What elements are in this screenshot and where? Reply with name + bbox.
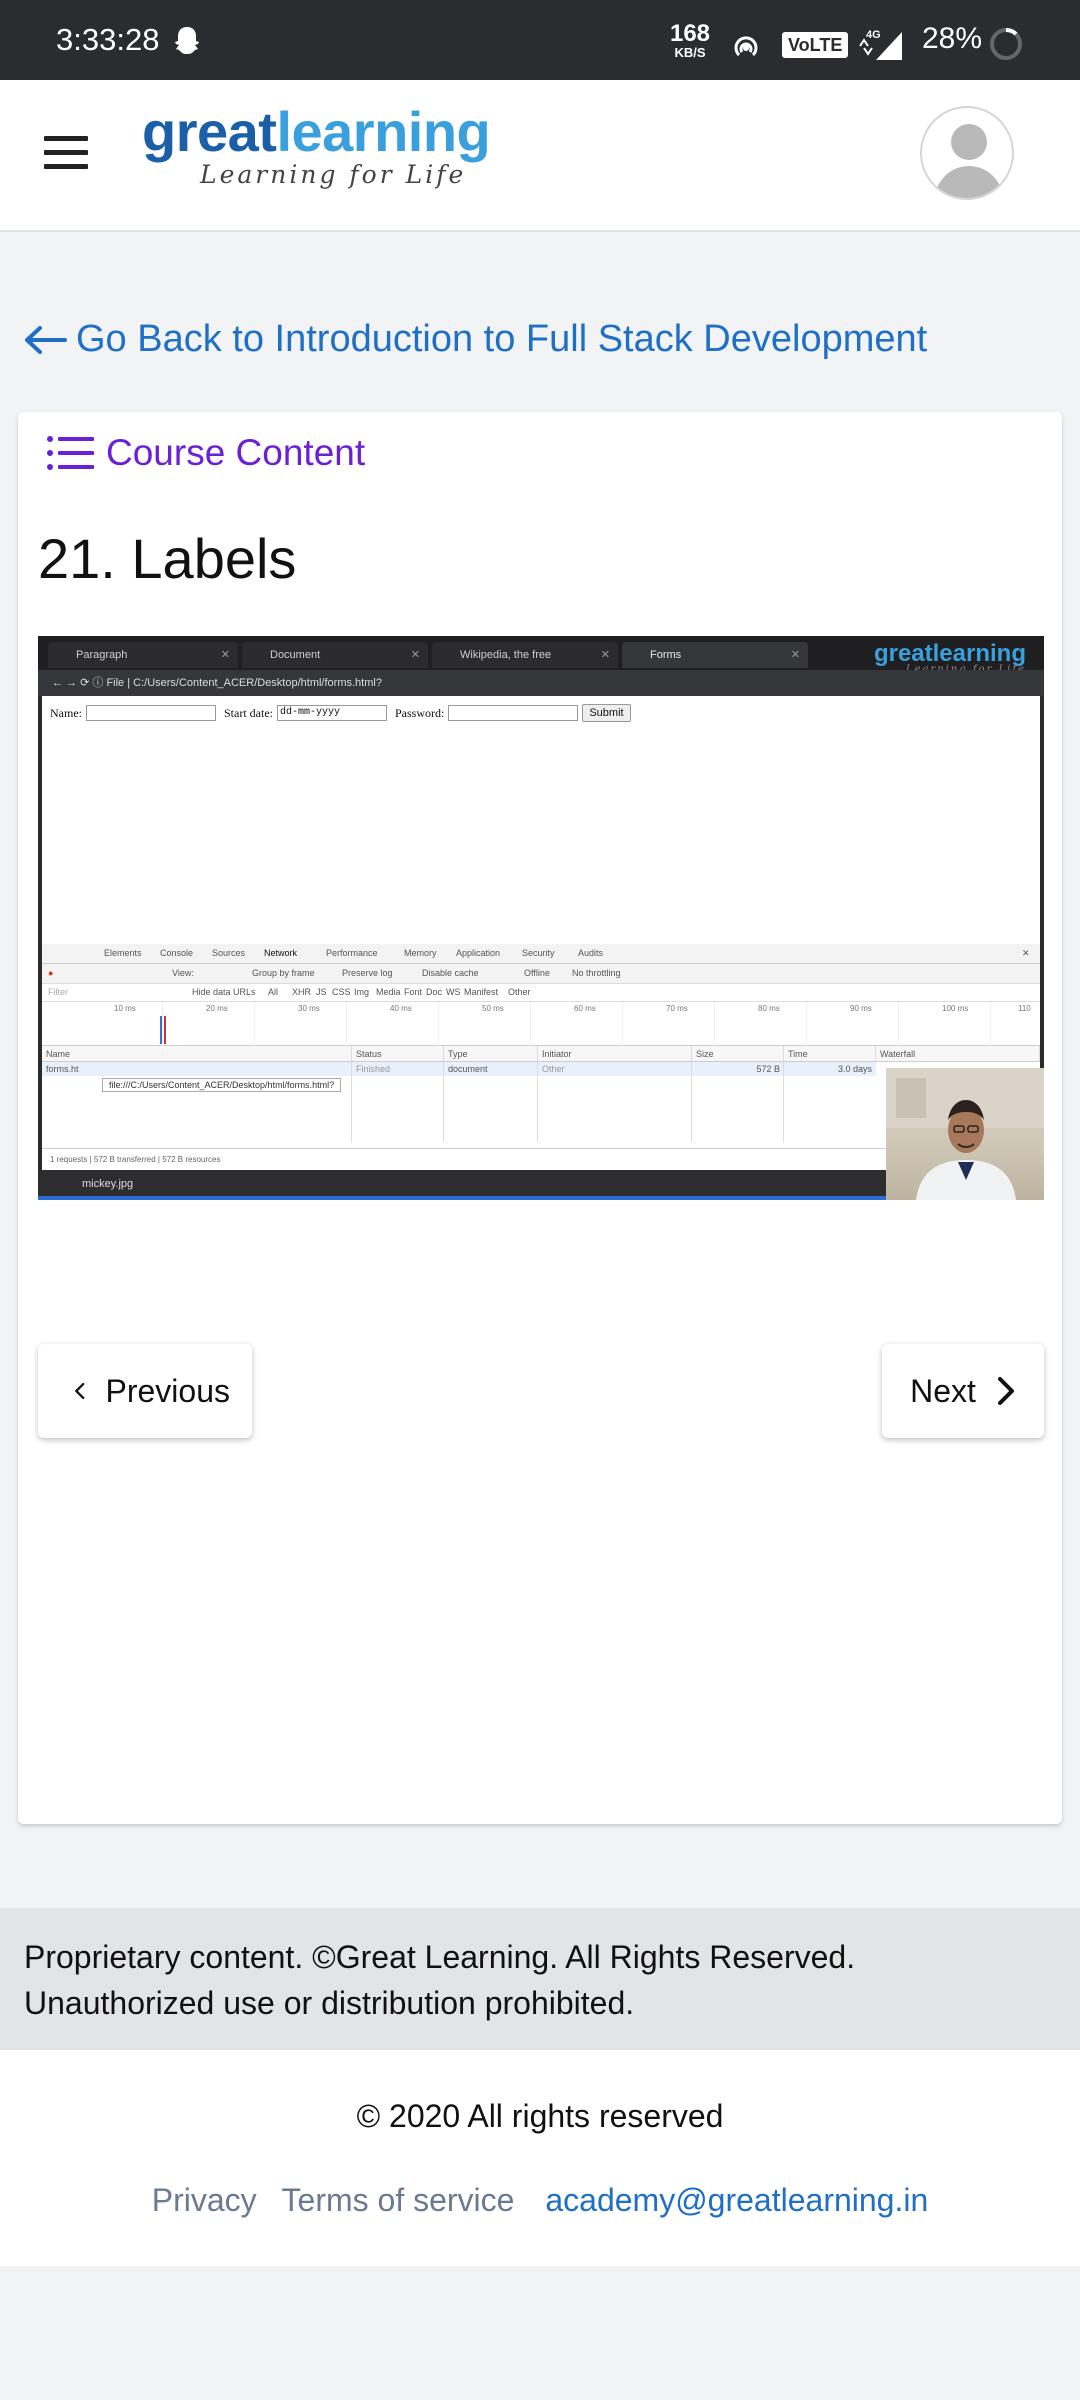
browser-tab: Wikipedia, the free encyclopedia✕ xyxy=(432,642,618,687)
email-link[interactable]: academy@greatlearning.in xyxy=(545,2182,928,2218)
course-content-link[interactable]: Course Content xyxy=(46,432,365,474)
demo-form: Name: Start date: dd-mm-yyyy Password: S… xyxy=(50,704,631,722)
notice-line-2: Unauthorized use or distribution prohibi… xyxy=(24,1985,635,2021)
copyright-text: © 2020 All rights reserved xyxy=(356,2098,724,2134)
greatlearning-logo[interactable]: greatlearning Learning for Life xyxy=(142,104,491,190)
video-player[interactable]: Paragraph ✕ Document ✕ Wikipedia, the free… xyxy=(38,636,1044,1200)
hotspot-icon xyxy=(734,36,758,57)
lesson-card: Course Content 21. Labels Paragraph ✕ Doc… xyxy=(18,412,1062,1824)
battery-percent: 28% xyxy=(922,22,983,55)
user-avatar[interactable] xyxy=(920,106,1014,200)
network-speed: 168 KB/S xyxy=(669,20,711,60)
previous-button[interactable]: Previous xyxy=(38,1344,252,1438)
user-silhouette-icon xyxy=(934,124,1004,198)
previous-label: Previous xyxy=(105,1372,231,1409)
status-bar: 3:33:28 168 KB/S VoLTE 4G 28% xyxy=(0,0,1080,80)
next-label: Next xyxy=(910,1372,976,1409)
lesson-title: 21. Labels xyxy=(38,527,297,590)
site-footer: © 2020 All rights reserved Privacy Terms… xyxy=(0,2050,1080,2266)
proprietary-notice: Proprietary content. ©Great Learning. Al… xyxy=(0,1908,1080,2050)
instructor-figure xyxy=(886,1068,1044,1200)
signal-4g-icon: 4G xyxy=(859,29,902,60)
browser-page: Name: Start date: dd-mm-yyyy Password: S… xyxy=(42,696,1040,944)
clock: 3:33:28 xyxy=(56,22,160,57)
browser-tabs: Paragraph ✕ Document ✕ Wikipedia, the free… xyxy=(38,636,1044,687)
footer-links: Privacy Terms of service academy@greatle… xyxy=(0,2182,1080,2219)
battery-icon xyxy=(990,28,1022,60)
volte-badge: VoLTE xyxy=(782,32,849,58)
next-button[interactable]: Next xyxy=(882,1344,1044,1438)
network-timeline: 10 ms 20 ms 30 ms 40 ms 50 ms 60 ms 70 m… xyxy=(42,1002,1040,1046)
instructor-webcam xyxy=(886,1068,1044,1200)
chevron-left-icon xyxy=(75,1382,85,1400)
back-link-label: Go Back to Introduction to Full Stack De… xyxy=(76,318,928,360)
nav-arrows-icon: ← → ⟳ ⓘ xyxy=(52,677,107,689)
notice-line-1: Proprietary content. ©Great Learning. Al… xyxy=(24,1939,856,1975)
chevron-right-icon xyxy=(997,1377,1014,1405)
arrow-left-icon xyxy=(25,325,67,354)
browser-tab: Paragraph ✕ xyxy=(48,642,238,668)
hamburger-menu-icon[interactable] xyxy=(44,136,88,170)
list-icon xyxy=(47,436,94,470)
snapchat-icon xyxy=(175,27,199,54)
browser-address-bar: ← → ⟳ ⓘ File | C:/Users/Content_ACER/Des… xyxy=(38,670,1044,696)
app-header: greatlearning Learning for Life xyxy=(0,80,1080,232)
svg-text:4G: 4G xyxy=(866,29,881,41)
browser-tab: Document ✕ xyxy=(242,642,428,668)
url-tooltip: file:///C:/Users/Content_ACER/Desktop/ht… xyxy=(102,1078,342,1092)
course-content-label: Course Content xyxy=(106,432,366,473)
back-link[interactable]: Go Back to Introduction to Full Stack De… xyxy=(24,318,927,361)
terms-link[interactable]: Terms of service xyxy=(282,2182,515,2218)
browser-tab-active: Forms ✕ xyxy=(622,642,808,668)
privacy-link[interactable]: Privacy xyxy=(152,2182,257,2218)
